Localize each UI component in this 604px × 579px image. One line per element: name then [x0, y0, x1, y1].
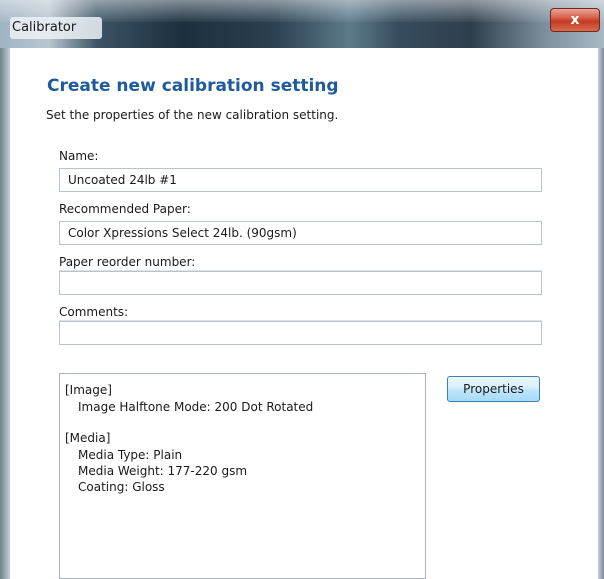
page-title: Create new calibration setting	[47, 76, 339, 96]
window-frame-left	[0, 48, 10, 579]
coating: Coating: Gloss	[78, 480, 165, 494]
name-field[interactable]	[59, 168, 542, 192]
image-halftone-mode: Image Halftone Mode: 200 Dot Rotated	[78, 400, 314, 414]
close-icon: x	[570, 12, 580, 28]
media-section-header: [Media]	[65, 431, 111, 445]
recommended-paper-label: Recommended Paper:	[59, 202, 191, 216]
paper-reorder-number-field[interactable]	[59, 271, 542, 295]
media-type: Media Type: Plain	[78, 448, 183, 462]
window-title: Calibrator	[10, 17, 102, 39]
recommended-paper-field[interactable]	[59, 221, 542, 245]
settings-summary-box[interactable]: [Image] Image Halftone Mode: 200 Dot Rot…	[59, 373, 426, 579]
dialog-content: Create new calibration setting Set the p…	[10, 48, 598, 579]
image-section-header: [Image]	[65, 383, 112, 397]
paper-reorder-number-label: Paper reorder number:	[59, 255, 196, 269]
window-frame-right	[598, 48, 604, 579]
comments-label: Comments:	[59, 305, 129, 319]
page-subtitle: Set the properties of the new calibratio…	[46, 108, 339, 122]
calibrator-window: Calibrator x Create new calibration sett…	[0, 0, 604, 579]
title-bar[interactable]: Calibrator x	[0, 0, 604, 48]
properties-button[interactable]: Properties	[447, 376, 540, 402]
media-weight: Media Weight: 177-220 gsm	[78, 464, 248, 478]
comments-field[interactable]	[59, 321, 542, 345]
name-label: Name:	[59, 149, 99, 163]
close-button[interactable]: x	[550, 8, 600, 32]
